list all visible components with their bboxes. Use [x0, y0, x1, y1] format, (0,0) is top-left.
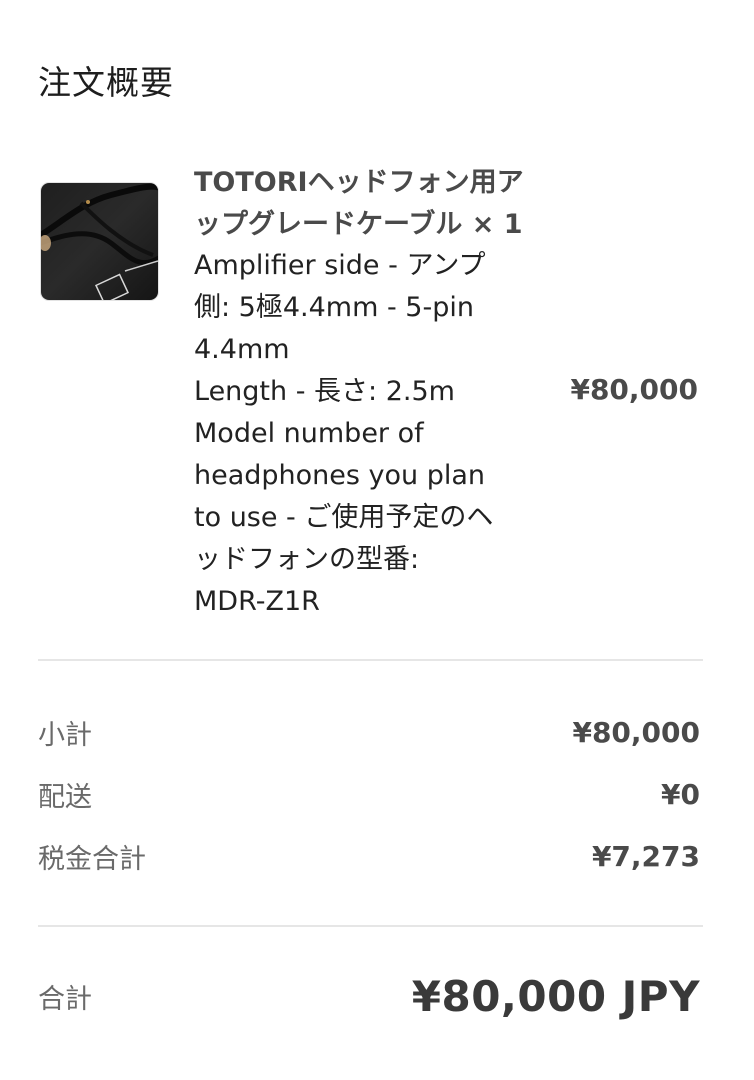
tax-row: 税金合計 ¥7,273: [38, 836, 700, 876]
order-summary-heading: 注文概要: [38, 63, 174, 102]
divider: [38, 659, 703, 661]
product-detail-line: Model number of: [194, 418, 424, 449]
total-value: ¥80,000 JPY: [411, 971, 700, 1021]
product-detail-line: 4.4mm: [194, 334, 290, 365]
subtotal-value: ¥80,000: [572, 715, 700, 749]
order-summary-panel: 注文概要 TOTORIヘッドフォン用ア ップグレードケーブル × 1 Ampli…: [0, 0, 754, 1080]
product-detail-line: Length - 長さ: 2.5m: [194, 376, 455, 407]
product-title-line: ップグレードケーブル × 1: [194, 209, 523, 240]
product-detail-line: 側: 5極4.4mm - 5-pin: [194, 292, 474, 323]
product-detail-line: to use - ご使用予定のヘ: [194, 502, 494, 533]
product-title: TOTORIヘッドフォン用ア ップグレードケーブル × 1: [194, 162, 544, 246]
product-variant-details: Amplifier side - アンプ 側: 5極4.4mm - 5-pin …: [194, 245, 544, 623]
shipping-row: 配送 ¥0: [38, 774, 700, 814]
cable-image-icon: [41, 183, 158, 300]
product-detail-line: ッドフォンの型番:: [194, 544, 420, 575]
product-detail-line: headphones you plan: [194, 460, 486, 491]
subtotal-row: 小計 ¥80,000: [38, 712, 700, 752]
product-detail-line: MDR-Z1R: [194, 586, 320, 617]
total-row: 合計 ¥80,000 JPY: [38, 966, 700, 1026]
product-thumbnail: [41, 183, 158, 300]
tax-label: 税金合計: [38, 843, 146, 875]
tax-value: ¥7,273: [591, 839, 700, 873]
divider: [38, 925, 703, 927]
total-label: 合計: [38, 983, 92, 1015]
product-price: ¥80,000: [570, 373, 698, 406]
shipping-value: ¥0: [661, 777, 700, 811]
product-title-line: TOTORIヘッドフォン用ア: [194, 167, 524, 198]
shipping-label: 配送: [38, 781, 92, 813]
product-detail-line: Amplifier side - アンプ: [194, 250, 486, 281]
subtotal-label: 小計: [38, 719, 92, 751]
